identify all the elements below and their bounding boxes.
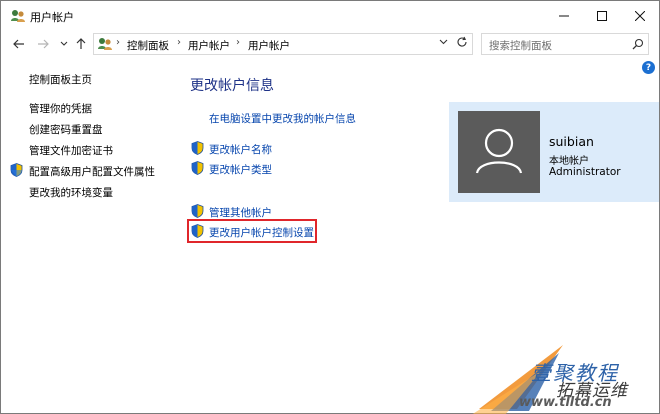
search-input[interactable]: 搜索控制面板 (489, 38, 552, 53)
title-bar: 用户帐户 (1, 1, 659, 31)
users-icon (11, 10, 25, 22)
sidebar-item-manage-credentials[interactable]: 管理你的凭据 (29, 101, 92, 116)
search-box[interactable]: 搜索控制面板 (481, 33, 649, 55)
forward-button[interactable] (35, 36, 51, 52)
change-account-type-link[interactable]: 更改帐户类型 (209, 162, 272, 177)
arrow-right-icon (38, 39, 49, 49)
pc-settings-account-link[interactable]: 在电脑设置中更改我的帐户信息 (209, 111, 356, 126)
user-avatar-icon (475, 128, 523, 174)
maximize-button[interactable] (583, 1, 621, 31)
address-bar[interactable]: › 控制面板 › 用户帐户 › 用户帐户 (93, 33, 473, 55)
avatar (458, 111, 540, 193)
search-icon[interactable] (631, 37, 645, 51)
minimize-button[interactable] (545, 1, 583, 31)
users-icon (98, 38, 112, 50)
user-accounts-window: 用户帐户 › 控制面板 › 用户帐户 › 用户帐户 搜索控制面板 ? 控制面板主… (0, 0, 660, 414)
back-button[interactable] (11, 36, 27, 52)
breadcrumb-control-panel[interactable]: 控制面板 (127, 38, 169, 53)
breadcrumb-user-accounts-current[interactable]: 用户帐户 (248, 38, 290, 53)
page-title: 更改帐户信息 (190, 78, 274, 94)
arrow-up-icon (76, 38, 86, 49)
uac-shield-icon (191, 161, 204, 175)
maximize-icon (597, 11, 607, 21)
up-button[interactable] (73, 36, 89, 52)
uac-shield-icon (191, 204, 204, 218)
refresh-icon (457, 36, 467, 47)
sidebar-item-password-reset-disk[interactable]: 创建密码重置盘 (29, 122, 103, 137)
account-name: suibian (549, 134, 594, 149)
change-account-name-link[interactable]: 更改帐户名称 (209, 142, 272, 157)
close-icon (635, 11, 645, 21)
chevron-right-icon: › (236, 37, 240, 48)
recent-locations-button[interactable] (56, 36, 72, 52)
breadcrumb-user-accounts[interactable]: 用户帐户 (188, 38, 230, 53)
sidebar-home-link[interactable]: 控制面板主页 (29, 72, 92, 87)
account-role: Administrator (549, 166, 621, 178)
arrow-left-icon (13, 39, 24, 49)
sidebar-item-advanced-profile-properties[interactable]: 配置高级用户配置文件属性 (29, 164, 155, 179)
account-type: 本地帐户 (549, 156, 589, 167)
address-dropdown-button[interactable] (439, 38, 448, 48)
sidebar-item-file-encryption-certificates[interactable]: 管理文件加密证书 (29, 143, 113, 158)
uac-shield-icon (191, 141, 204, 155)
watermark-url: www.tlltd.cn (519, 395, 612, 410)
window-title: 用户帐户 (30, 11, 74, 24)
chevron-right-icon: › (177, 37, 181, 48)
refresh-button[interactable] (456, 36, 468, 51)
chevron-right-icon: › (116, 37, 120, 48)
chevron-down-icon (60, 41, 68, 46)
close-button[interactable] (621, 1, 659, 31)
manage-other-accounts-link[interactable]: 管理其他帐户 (209, 205, 272, 220)
minimize-icon (559, 15, 569, 17)
sidebar-item-environment-variables[interactable]: 更改我的环境变量 (29, 185, 113, 200)
navigation-bar: › 控制面板 › 用户帐户 › 用户帐户 搜索控制面板 (1, 31, 659, 59)
highlight-annotation-box (187, 219, 317, 243)
account-card: suibian 本地帐户 Administrator (449, 102, 659, 202)
chevron-down-icon (439, 39, 448, 45)
uac-shield-icon (10, 163, 23, 177)
help-icon[interactable]: ? (642, 61, 655, 74)
